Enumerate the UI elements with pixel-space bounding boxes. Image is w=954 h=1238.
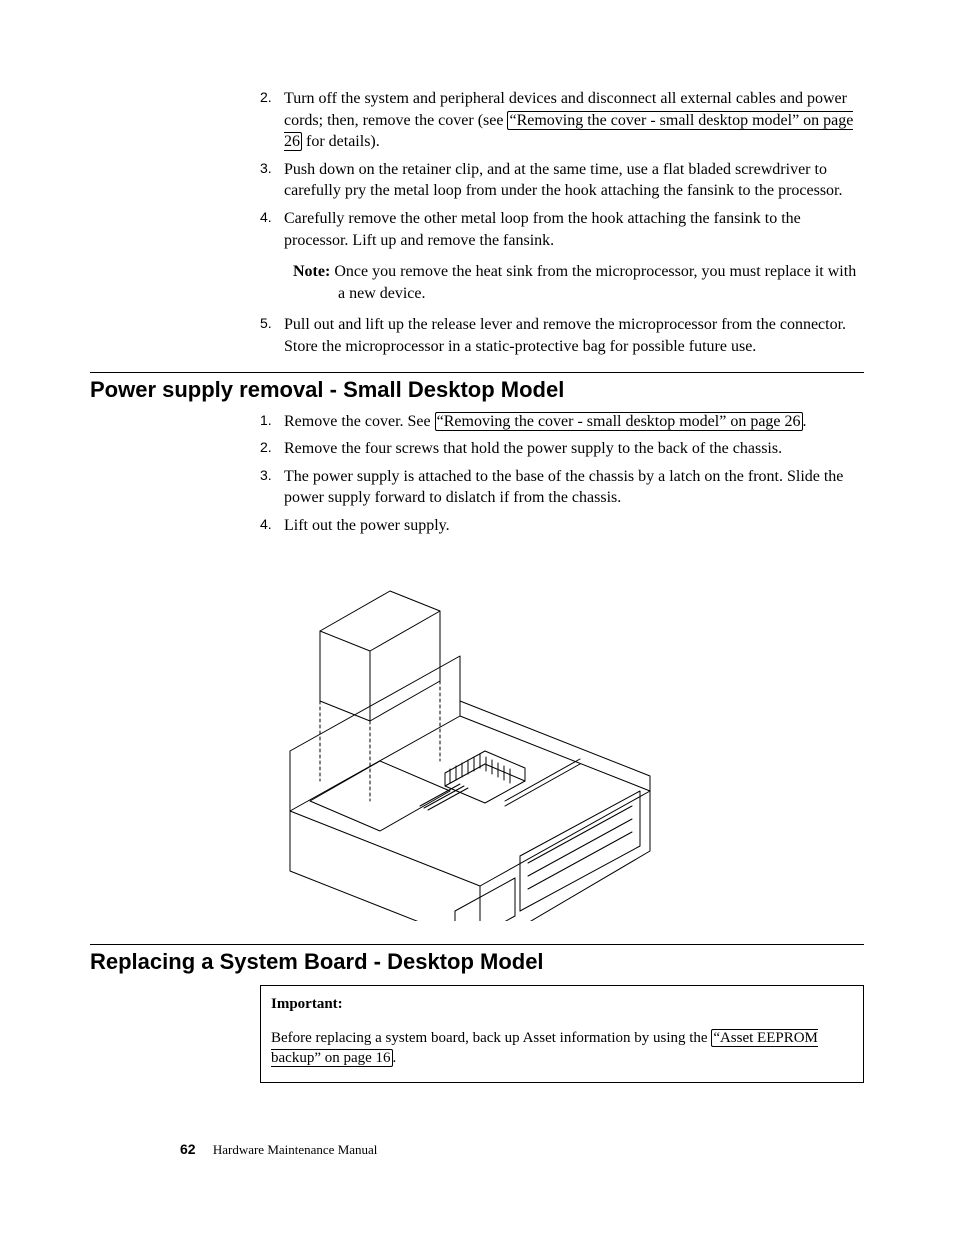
section-rule: [90, 944, 864, 945]
power-supply-steps: 1. Remove the cover. See “Removing the c…: [260, 411, 864, 537]
page-number: 62: [180, 1141, 196, 1157]
heading-replacing-system-board: Replacing a System Board - Desktop Model: [90, 949, 864, 975]
xref-link-removing-cover[interactable]: “Removing the cover - small desktop mode…: [435, 412, 803, 431]
list-item: 1. Remove the cover. See “Removing the c…: [260, 411, 864, 433]
item-number: 1.: [260, 411, 272, 430]
item-text: Push down on the retainer clip, and at t…: [284, 161, 843, 200]
item-number: 2.: [260, 88, 272, 107]
item-text-before: Remove the cover. See: [284, 413, 435, 430]
item-text: Lift out the power supply.: [284, 517, 450, 534]
item-text: Carefully remove the other metal loop fr…: [284, 210, 801, 249]
procedure-list-continued: 2. Turn off the system and peripheral de…: [260, 88, 864, 358]
item-number: 5.: [260, 314, 272, 333]
item-text-after: .: [803, 413, 807, 430]
item-text: The power supply is attached to the base…: [284, 468, 843, 507]
page-footer: 62 Hardware Maintenance Manual: [180, 1141, 377, 1158]
important-box: Important: Before replacing a system boa…: [260, 985, 864, 1084]
item-number: 3.: [260, 466, 272, 485]
list-item: 3. Push down on the retainer clip, and a…: [260, 159, 864, 202]
list-item: 2. Turn off the system and peripheral de…: [260, 88, 864, 153]
exploded-chassis-figure: [280, 551, 670, 926]
important-label: Important:: [271, 994, 853, 1014]
note-text: Once you remove the heat sink from the m…: [334, 263, 856, 302]
item-number: 4.: [260, 208, 272, 227]
item-number: 2.: [260, 438, 272, 457]
list-item: 4. Carefully remove the other metal loop…: [260, 208, 864, 304]
item-number: 4.: [260, 515, 272, 534]
item-text: Remove the four screws that hold the pow…: [284, 440, 782, 457]
list-item: 2. Remove the four screws that hold the …: [260, 438, 864, 460]
chassis-svg-icon: [280, 551, 670, 921]
important-text-after: .: [393, 1050, 397, 1066]
manual-title: Hardware Maintenance Manual: [213, 1142, 378, 1157]
list-item: 5. Pull out and lift up the release leve…: [260, 314, 864, 357]
section-rule: [90, 372, 864, 373]
heading-power-supply-removal: Power supply removal - Small Desktop Mod…: [90, 377, 864, 403]
item-text-after: for details).: [302, 133, 380, 150]
list-item: 3. The power supply is attached to the b…: [260, 466, 864, 509]
item-number: 3.: [260, 159, 272, 178]
note-block: Note: Once you remove the heat sink from…: [284, 261, 864, 304]
list-item: 4. Lift out the power supply.: [260, 515, 864, 537]
item-text: Pull out and lift up the release lever a…: [284, 316, 846, 355]
important-text-before: Before replacing a system board, back up…: [271, 1030, 711, 1046]
note-label: Note:: [293, 263, 330, 280]
